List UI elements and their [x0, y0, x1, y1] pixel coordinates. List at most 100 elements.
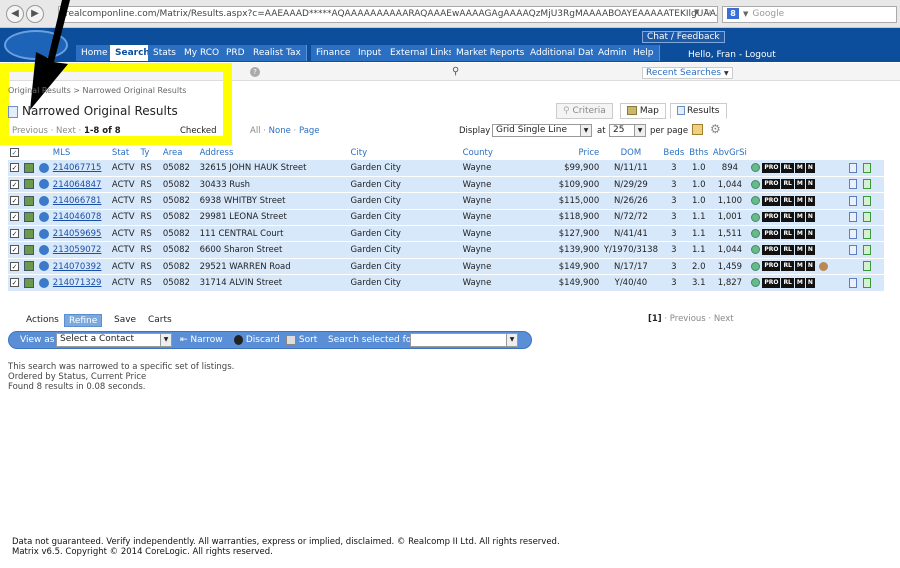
document-icon[interactable]	[849, 277, 858, 288]
pro-badge[interactable]: PRO	[762, 244, 781, 255]
recent-searches-dropdown[interactable]: Recent Searches ▼	[642, 67, 733, 79]
col-stat[interactable]: Stat	[109, 146, 139, 160]
report-icon[interactable]	[863, 261, 872, 272]
row-checkbox[interactable]: ✓	[8, 241, 23, 259]
pro-badge[interactable]: PRO	[762, 277, 781, 288]
narrow-button[interactable]: ⇤ Narrow	[180, 333, 223, 347]
pro-badge[interactable]: PRO	[762, 179, 781, 190]
row-checkbox[interactable]: ✓	[8, 176, 23, 194]
history-icon[interactable]	[751, 179, 761, 189]
report-icon[interactable]	[863, 212, 872, 223]
nav-tab-stats[interactable]: Stats	[148, 45, 182, 61]
mls-link[interactable]: 214064847	[50, 176, 110, 194]
photo-icon[interactable]	[22, 274, 37, 292]
n-badge[interactable]: N	[805, 162, 815, 173]
rl-badge[interactable]: RL	[781, 212, 794, 223]
col-bths[interactable]: Bths	[687, 146, 711, 160]
rl-badge[interactable]: RL	[781, 244, 794, 255]
report-icon[interactable]	[863, 277, 872, 288]
contact-select[interactable]: Select a Contact ▼	[56, 333, 172, 347]
n-badge[interactable]: N	[805, 261, 815, 272]
photo-icon[interactable]	[22, 225, 37, 243]
photo-icon[interactable]	[22, 160, 37, 177]
document-icon[interactable]	[849, 162, 858, 173]
document-icon[interactable]	[849, 244, 858, 255]
search-selected-select[interactable]: ▼	[410, 333, 518, 347]
open-house-icon[interactable]	[818, 261, 828, 271]
mls-link[interactable]: 213059072	[50, 241, 110, 259]
nav-tab-my-rco[interactable]: My RCO	[179, 45, 226, 61]
history-icon[interactable]	[751, 163, 761, 173]
globe-icon[interactable]	[36, 192, 51, 210]
n-badge[interactable]: N	[805, 277, 815, 288]
pro-badge[interactable]: PRO	[762, 162, 781, 173]
help-icon[interactable]: ?	[250, 67, 260, 77]
history-icon[interactable]	[751, 245, 761, 255]
url-dropdown-icon[interactable]: ▼	[694, 8, 699, 16]
search-icon[interactable]: ⚲	[452, 66, 459, 77]
mls-link[interactable]: 214070392	[50, 258, 110, 276]
globe-icon[interactable]	[36, 225, 51, 243]
col-area[interactable]: Area	[160, 146, 198, 160]
mls-link[interactable]: 214046078	[50, 209, 110, 227]
pro-badge[interactable]: PRO	[762, 195, 781, 206]
globe-icon[interactable]	[36, 258, 51, 276]
report-icon[interactable]	[863, 162, 872, 173]
m-badge[interactable]: M	[794, 162, 805, 173]
col-city[interactable]: City	[348, 146, 461, 160]
rl-badge[interactable]: RL	[781, 228, 794, 239]
col-ty[interactable]: Ty	[138, 146, 161, 160]
col-abvgrsi[interactable]: AbvGrSi	[710, 146, 750, 160]
nav-tab-admin[interactable]: Admin	[593, 45, 633, 61]
history-icon[interactable]	[751, 212, 761, 222]
row-checkbox[interactable]: ✓	[8, 258, 23, 276]
globe-icon[interactable]	[36, 241, 51, 259]
mls-link[interactable]: 214071329	[50, 274, 110, 292]
tab-results[interactable]: Results	[670, 103, 727, 119]
bottom-previous-link[interactable]: Previous	[670, 314, 706, 324]
photo-icon[interactable]	[22, 192, 37, 210]
mls-link[interactable]: 214059695	[50, 225, 110, 243]
n-badge[interactable]: N	[805, 228, 815, 239]
per-page-select[interactable]: 25 ▼	[609, 124, 646, 137]
n-badge[interactable]: N	[805, 179, 815, 190]
m-badge[interactable]: M	[794, 244, 805, 255]
table-row[interactable]: ✓ 214066781 ACTV RS 05082 6938 WHITBY Street G…	[8, 192, 884, 210]
bottom-next-link[interactable]: Next	[714, 314, 734, 324]
check-page-link[interactable]: Page	[299, 126, 320, 136]
history-icon[interactable]	[751, 278, 761, 288]
tab-save[interactable]: Save	[110, 314, 140, 327]
check-all-link[interactable]: All	[250, 126, 261, 136]
table-row[interactable]: ✓ 214070392 ACTV RS 05082 29521 WARREN Road Ga…	[8, 258, 884, 276]
rl-badge[interactable]: RL	[781, 195, 794, 206]
mls-link[interactable]: 214067715	[50, 160, 110, 177]
col-beds[interactable]: Beds	[660, 146, 688, 160]
col-address[interactable]: Address	[197, 146, 349, 160]
report-icon[interactable]	[863, 244, 872, 255]
chat-feedback-link[interactable]: Chat / Feedback	[642, 31, 725, 43]
history-icon[interactable]	[751, 261, 761, 271]
nav-tab-external-links[interactable]: External Links	[385, 45, 460, 61]
discard-button[interactable]: Discard	[234, 333, 280, 347]
photo-icon[interactable]	[22, 176, 37, 194]
m-badge[interactable]: M	[794, 277, 805, 288]
table-row[interactable]: ✓ 214067715 ACTV RS 05082 32615 JOHN HAUK Str…	[8, 160, 884, 177]
rl-badge[interactable]: RL	[781, 162, 794, 173]
tab-refine[interactable]: Refine	[64, 314, 103, 327]
display-select[interactable]: Grid Single Line ▼	[492, 124, 592, 137]
document-icon[interactable]	[849, 179, 858, 190]
row-checkbox[interactable]: ✓	[8, 160, 23, 177]
report-icon[interactable]	[863, 179, 872, 190]
tab-carts[interactable]: Carts	[144, 314, 176, 327]
select-all-checkbox[interactable]: ✓	[8, 146, 23, 160]
tab-criteria[interactable]: ⚲ Criteria	[556, 103, 613, 119]
table-row[interactable]: ✓ 214071329 ACTV RS 05082 31714 ALVIN Street G…	[8, 274, 884, 292]
table-row[interactable]: ✓ 214046078 ACTV RS 05082 29981 LEONA Street G…	[8, 209, 884, 227]
document-icon[interactable]	[849, 212, 858, 223]
n-badge[interactable]: N	[805, 244, 815, 255]
row-checkbox[interactable]: ✓	[8, 192, 23, 210]
document-icon[interactable]	[849, 195, 858, 206]
m-badge[interactable]: M	[794, 228, 805, 239]
globe-icon[interactable]	[36, 176, 51, 194]
rl-badge[interactable]: RL	[781, 261, 794, 272]
